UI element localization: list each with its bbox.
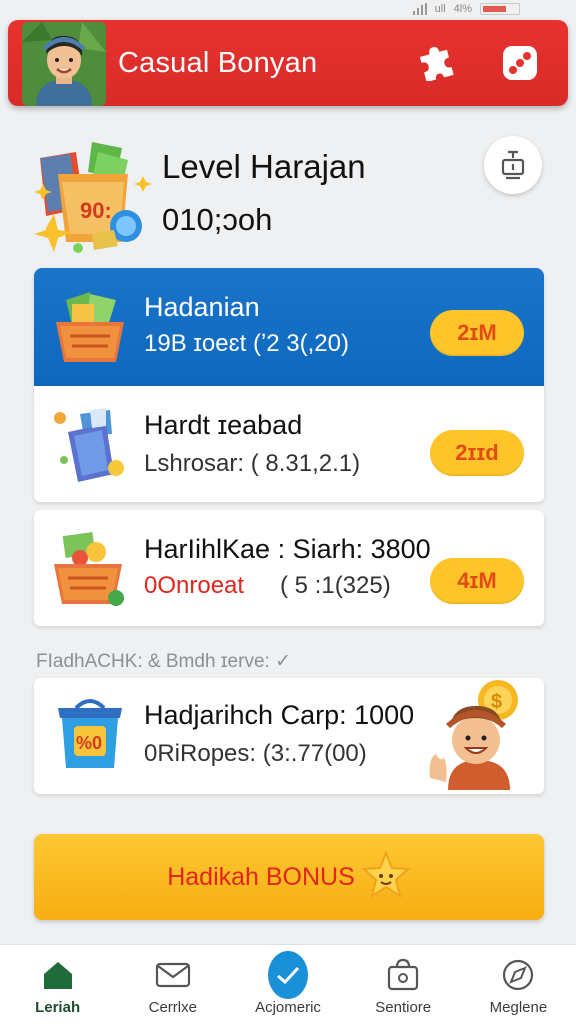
star-icon bbox=[361, 849, 411, 905]
nav-item-achievement[interactable]: Acjomeric bbox=[230, 945, 345, 1024]
discount-box-icon: %0 bbox=[50, 694, 130, 774]
nav-label: Leriah bbox=[35, 999, 81, 1016]
card-subtitle: 19B ɪoeɛt (ʼ2 3(,20) bbox=[144, 330, 349, 357]
promo-card[interactable]: %0 Hadjarihch Carp: 1000 0RiRopes: (3:.7… bbox=[34, 678, 544, 794]
avatar[interactable] bbox=[22, 22, 106, 106]
card-title: Hadanian bbox=[144, 292, 260, 322]
signal-icon bbox=[412, 3, 427, 15]
basket-icon bbox=[50, 528, 130, 608]
nav-item-explore[interactable]: Meglene bbox=[461, 945, 576, 1024]
compass-icon bbox=[498, 955, 538, 995]
card-subtitle-highlight: 0Onroeat bbox=[144, 572, 245, 599]
basket-icon bbox=[50, 286, 130, 366]
signal-text: ull bbox=[434, 3, 446, 15]
nav-label: Cerrlxe bbox=[148, 999, 197, 1016]
app-title: Casual Bonyan bbox=[118, 46, 318, 79]
dice-icon[interactable] bbox=[500, 43, 540, 83]
bag-icon bbox=[383, 955, 423, 995]
card-subtitle: ( 5 :1(325) bbox=[280, 572, 391, 599]
svg-text:90:: 90: bbox=[80, 198, 112, 223]
reward-card-2[interactable]: Hardt ɪeabad Lshrosar: ( 8.31,2.1) 2ɪɪd bbox=[34, 386, 544, 502]
mail-icon bbox=[153, 955, 193, 995]
check-icon bbox=[268, 951, 308, 999]
nav-label: Meglene bbox=[489, 999, 548, 1016]
nav-label: Sentiore bbox=[375, 999, 432, 1016]
timer-icon bbox=[501, 150, 525, 180]
bonus-button[interactable]: Hadikah BONUS bbox=[34, 834, 544, 920]
level-title: Level Harajan bbox=[162, 148, 366, 185]
battery-icon bbox=[480, 3, 520, 15]
card-subtitle: Lshrosar: ( 8.31,2.1) bbox=[144, 450, 361, 477]
nav-label: Acjomeric bbox=[255, 999, 321, 1016]
home-icon bbox=[38, 955, 78, 995]
section-label: FIadhACHK: & Bmdh ɪerve: ✓ bbox=[36, 651, 291, 672]
promo-subtitle: 0RiRopes: (3:.77(00) bbox=[144, 740, 367, 767]
card-title: Hardt ɪeabad bbox=[144, 410, 303, 440]
puzzle-icon[interactable] bbox=[416, 43, 456, 83]
level-section: 90: Level Harajan 010;ɔoh bbox=[32, 134, 546, 254]
nav-item-home[interactable]: Leriah bbox=[0, 945, 115, 1024]
promo-title: Hadjarihch Carp: 1000 bbox=[144, 700, 415, 730]
claim-button[interactable]: 2ɪM bbox=[430, 310, 524, 356]
nav-item-mail[interactable]: Cerrlxe bbox=[115, 945, 230, 1024]
level-action-button[interactable] bbox=[484, 136, 542, 194]
card-title: HarIihlKae : Siarh: 3800 bbox=[144, 534, 431, 564]
reward-card-1[interactable]: Hadanian 19B ɪoeɛt (ʼ2 3(,20) 2ɪM bbox=[34, 268, 544, 386]
claim-button[interactable]: 2ɪɪd bbox=[430, 430, 524, 476]
bottom-nav: Leriah Cerrlxe Acjomeric Sentiore Meglen… bbox=[0, 944, 576, 1024]
battery-percent: 4l% bbox=[453, 3, 472, 15]
level-value: 010;ɔoh bbox=[162, 202, 273, 237]
svg-text:%0: %0 bbox=[76, 733, 102, 753]
character-avatar: $ bbox=[426, 678, 530, 790]
reward-card-3[interactable]: HarIihlKae : Siarh: 3800 0Onroeat ( 5 :1… bbox=[34, 510, 544, 626]
bonus-label: Hadikah BONUS bbox=[167, 862, 355, 891]
trash-bin-icon bbox=[50, 404, 130, 484]
claim-button[interactable]: 4ɪM bbox=[430, 558, 524, 604]
app-header: Casual Bonyan bbox=[8, 20, 568, 106]
treasure-icon: 90: bbox=[32, 138, 154, 254]
nav-item-store[interactable]: Sentiore bbox=[346, 945, 461, 1024]
svg-text:$: $ bbox=[491, 691, 502, 713]
status-bar: ull 4l% bbox=[0, 0, 576, 18]
